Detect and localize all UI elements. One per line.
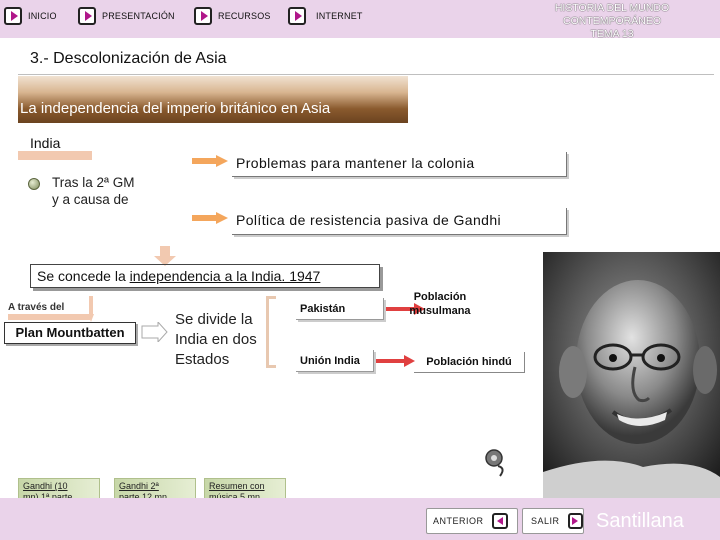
app-title-line1: HISTORIA DEL MUNDO CONTEMPORÁNEO: [554, 2, 670, 27]
state-name: Unión India: [300, 355, 360, 367]
via-label: A través del: [8, 302, 65, 313]
population-muslim: Población musulmana: [400, 290, 480, 318]
bracket: [266, 296, 276, 368]
arrow-right-icon: [376, 355, 416, 367]
exit-label: SALIR: [531, 516, 560, 526]
plan-box: Plan Mountbatten: [4, 322, 136, 344]
population-hindu: Población hindú: [414, 352, 525, 373]
arrow-right-icon: [567, 513, 583, 529]
india-label: India: [30, 135, 61, 151]
arrow-right-icon: [4, 7, 22, 25]
problem-box-colony: Problemas para mantener la colonia: [232, 152, 567, 177]
state-name: Pakistán: [300, 303, 346, 315]
link-line1: Gandhi (10: [23, 481, 68, 491]
app-title: HISTORIA DEL MUNDO CONTEMPORÁNEO TEMA 13: [512, 2, 712, 41]
previous-label: ANTERIOR: [433, 516, 484, 526]
audio-icon[interactable]: [484, 448, 510, 478]
divide-text: Se divide la India en dos Estados: [175, 310, 257, 370]
arrow-right-icon: [78, 7, 96, 25]
independence-prefix: Se concede la: [37, 268, 130, 284]
exit-button[interactable]: SALIR: [522, 508, 584, 534]
cause-text: Tras la 2ª GM y a causa de: [52, 174, 135, 208]
arrow-down-icon: [154, 246, 176, 266]
state-box-pakistan: Pakistán: [296, 298, 384, 320]
arrow-right-icon: [192, 212, 228, 224]
nav-label: INTERNET: [316, 11, 363, 21]
problem-text: Problemas para mantener la colonia: [236, 155, 475, 171]
divide-line1: Se divide la: [175, 311, 253, 328]
nav-button-recursos[interactable]: RECURSOS: [194, 5, 271, 27]
topic-banner-text: La independencia del imperio británico e…: [20, 100, 331, 117]
underline-bar: [8, 314, 90, 320]
independence-box: Se concede la independencia a la India. …: [30, 264, 380, 288]
link-line1: Gandhi 2ª: [119, 481, 159, 491]
brand-logo: Santillana: [596, 510, 684, 532]
problem-box-gandhi: Política de resistencia pasiva de Gandhi: [232, 208, 567, 235]
population-line1: Población: [413, 291, 467, 303]
independence-emphasis: independencia a la India. 1947: [129, 268, 321, 284]
gandhi-photo: [543, 252, 720, 498]
arrow-right-icon: [288, 7, 306, 25]
cause-line1: Tras la 2ª GM: [52, 175, 135, 190]
divide-line2: India en dos: [175, 331, 257, 348]
nav-button-internet[interactable]: INTERNET: [288, 5, 363, 27]
state-box-union-india: Unión India: [296, 350, 374, 372]
nav-label: RECURSOS: [218, 11, 271, 21]
app-title-line2: TEMA 13: [590, 28, 634, 40]
population-line2: musulmana: [409, 305, 471, 317]
bullet-icon: [28, 178, 40, 190]
nav-label: INICIO: [28, 11, 57, 21]
nav-button-presentacion[interactable]: PRESENTACIÓN: [78, 5, 175, 27]
nav-label: PRESENTACIÓN: [102, 11, 175, 21]
arrow-right-icon: [192, 155, 228, 167]
divider: [18, 74, 714, 75]
arrow-right-icon: [141, 322, 168, 342]
section-heading: 3.- Descolonización de Asia: [30, 50, 227, 67]
problem-text: Política de resistencia pasiva de Gandhi: [236, 212, 502, 228]
cause-line2: y a causa de: [52, 192, 129, 207]
nav-button-inicio[interactable]: INICIO: [4, 5, 57, 27]
arrow-right-icon: [194, 7, 212, 25]
arrow-left-icon: [491, 513, 508, 529]
previous-button[interactable]: ANTERIOR: [426, 508, 518, 534]
divide-line3: Estados: [175, 351, 230, 368]
arrow-down-icon: [88, 296, 94, 322]
link-line1: Resumen con: [209, 481, 265, 491]
underline-bar: [18, 151, 92, 160]
